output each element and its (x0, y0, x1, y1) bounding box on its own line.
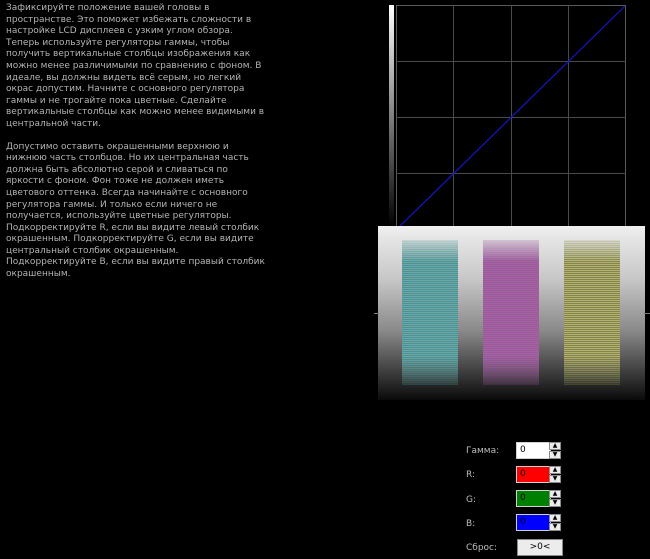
b-label: B: (466, 519, 476, 529)
gamma-curve-plot (389, 5, 627, 227)
reset-button[interactable]: >0< (517, 539, 563, 556)
r-stepper[interactable]: 0 ▲ ▼ (516, 466, 561, 483)
gamma-stepper[interactable]: 0 ▲ ▼ (516, 442, 561, 459)
gamma-curve-svg (389, 5, 626, 227)
right-column-yellow (564, 240, 620, 385)
g-label: G: (466, 495, 477, 505)
b-input[interactable]: 0 (516, 514, 551, 531)
center-column-magenta (483, 240, 539, 385)
gamma-input[interactable]: 0 (516, 442, 551, 459)
left-column-cyan (402, 240, 458, 385)
arrow-down-icon[interactable]: ▼ (549, 499, 561, 507)
gamma-test-pattern (378, 226, 645, 400)
arrow-down-icon[interactable]: ▼ (549, 475, 561, 483)
r-input[interactable]: 0 (516, 466, 551, 483)
reset-label: Сброс: (466, 543, 498, 553)
b-stepper[interactable]: 0 ▲ ▼ (516, 514, 561, 531)
arrow-up-icon[interactable]: ▲ (549, 490, 561, 498)
g-input[interactable]: 0 (516, 490, 551, 507)
arrow-up-icon[interactable]: ▲ (549, 514, 561, 522)
arrow-up-icon[interactable]: ▲ (549, 466, 561, 474)
instructions-text: Зафиксируйте положение вашей головы в пр… (6, 3, 268, 292)
pattern-marker-left (374, 313, 379, 314)
g-stepper[interactable]: 0 ▲ ▼ (516, 490, 561, 507)
arrow-down-icon[interactable]: ▼ (549, 523, 561, 531)
gamma-label: Гамма: (466, 446, 500, 456)
r-label: R: (466, 470, 476, 480)
gray-ramp-bar (389, 5, 394, 227)
arrow-down-icon[interactable]: ▼ (549, 451, 561, 459)
instructions-paragraph-1: Зафиксируйте положение вашей головы в пр… (6, 3, 265, 129)
pattern-marker-right (644, 313, 650, 314)
instructions-paragraph-2: Допустимо оставить окрашенными верхнюю и… (6, 141, 265, 280)
arrow-up-icon[interactable]: ▲ (549, 442, 561, 450)
